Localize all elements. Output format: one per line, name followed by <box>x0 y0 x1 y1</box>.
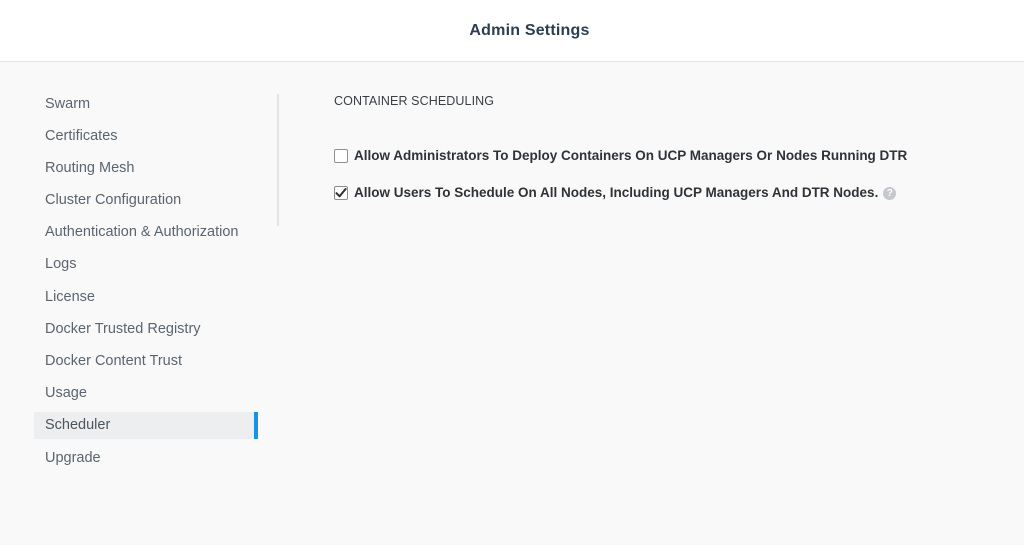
sidebar-item-swarm[interactable]: Swarm <box>34 90 258 117</box>
allow-admins-deploy-label: Allow Administrators To Deploy Container… <box>354 148 908 163</box>
page-title: Admin Settings <box>469 21 590 39</box>
allow-users-schedule-option[interactable]: Allow Users To Schedule On All Nodes, In… <box>334 185 897 200</box>
sidebar-scrollbar[interactable] <box>277 94 279 226</box>
allow-admins-deploy-option[interactable]: Allow Administrators To Deploy Container… <box>334 148 907 163</box>
sidebar-item-usage[interactable]: Usage <box>34 380 258 407</box>
sidebar-item-certificates[interactable]: Certificates <box>34 122 258 149</box>
page-header: Admin Settings <box>0 0 1024 62</box>
section-title: CONTAINER SCHEDULING <box>334 94 495 108</box>
sidebar-item-logs[interactable]: Logs <box>34 251 258 278</box>
sidebar-item-routing-mesh[interactable]: Routing Mesh <box>34 154 258 181</box>
allow-users-schedule-label: Allow Users To Schedule On All Nodes, In… <box>354 185 879 200</box>
scheduler-settings-panel: CONTAINER SCHEDULING Allow Administrator… <box>334 94 907 200</box>
sidebar-item-docker-content-trust[interactable]: Docker Content Trust <box>34 348 258 375</box>
allow-users-schedule-checkbox[interactable] <box>334 185 348 200</box>
checkmark-icon <box>335 187 347 197</box>
settings-sidebar: Swarm Certificates Routing Mesh Cluster … <box>34 90 258 476</box>
sidebar-item-scheduler[interactable]: Scheduler <box>34 411 258 439</box>
sidebar-item-license[interactable]: License <box>34 283 258 310</box>
allow-admins-deploy-checkbox[interactable] <box>334 148 348 163</box>
sidebar-item-upgrade[interactable]: Upgrade <box>34 444 258 471</box>
help-icon[interactable]: ? <box>883 187 897 200</box>
sidebar-item-authentication-authorization[interactable]: Authentication & Authorization <box>34 219 258 246</box>
sidebar-item-docker-trusted-registry[interactable]: Docker Trusted Registry <box>34 315 258 342</box>
sidebar-item-cluster-configuration[interactable]: Cluster Configuration <box>34 187 258 214</box>
